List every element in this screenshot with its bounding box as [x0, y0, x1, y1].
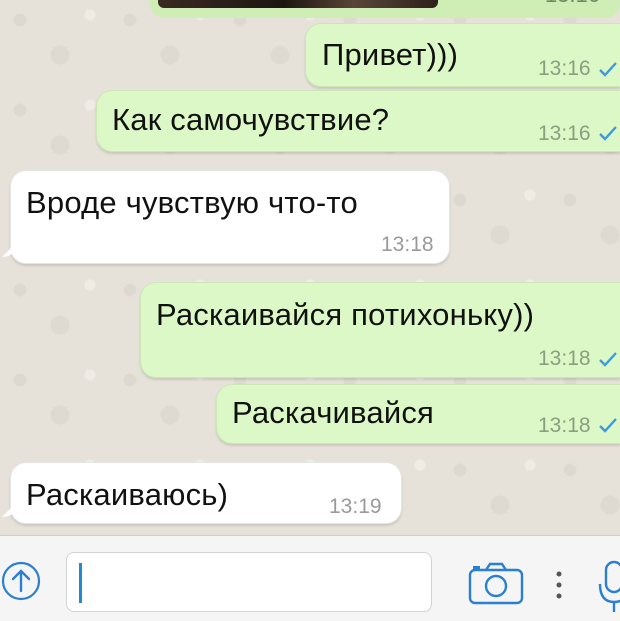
read-tick-icon [598, 417, 620, 433]
message-text: Раскачивайся [232, 395, 435, 430]
message-time: 13:18 [538, 414, 591, 437]
message-text: Раскаивайся потихоньку)) [156, 297, 535, 332]
message-bubble-incoming[interactable]: Вроде чувствую что-то 13:18 [10, 170, 450, 264]
message-bubble-outgoing[interactable]: Привет))) 13:16 [305, 23, 620, 87]
image-thumbnail[interactable] [158, 0, 438, 8]
camera-icon[interactable] [467, 561, 525, 605]
more-options-icon[interactable] [554, 570, 564, 600]
read-tick-icon [598, 351, 620, 367]
microphone-icon[interactable] [598, 556, 620, 616]
chat-area[interactable]: 13:16 Привет))) 13:16 Как самочувствие? … [0, 0, 620, 535]
text-caret [79, 563, 82, 603]
image-message-time: 13:16 [545, 0, 600, 8]
message-time: 13:16 [538, 122, 591, 145]
message-input[interactable] [66, 552, 432, 612]
message-time: 13:16 [538, 57, 591, 80]
message-time: 13:18 [381, 233, 434, 256]
message-text: Раскаиваюсь) [26, 477, 229, 512]
message-time: 13:19 [329, 495, 382, 518]
message-text: Как самочувствие? [112, 102, 390, 137]
message-bubble-incoming[interactable]: Раскаиваюсь) 13:19 [10, 462, 402, 524]
read-tick-icon [598, 125, 620, 141]
message-time: 13:18 [538, 347, 591, 370]
message-text: Привет))) [322, 37, 459, 72]
read-tick-icon [598, 61, 620, 77]
message-text: Вроде чувствую что-то [26, 185, 358, 220]
message-bubble-outgoing[interactable]: Раскачивайся 13:18 [216, 384, 620, 444]
image-message[interactable]: 13:16 [150, 0, 620, 18]
message-bubble-outgoing[interactable]: Раскаивайся потихоньку)) 13:18 [140, 282, 620, 378]
message-composer [0, 535, 620, 621]
upload-icon[interactable] [0, 558, 46, 604]
message-bubble-outgoing[interactable]: Как самочувствие? 13:16 [96, 90, 620, 152]
